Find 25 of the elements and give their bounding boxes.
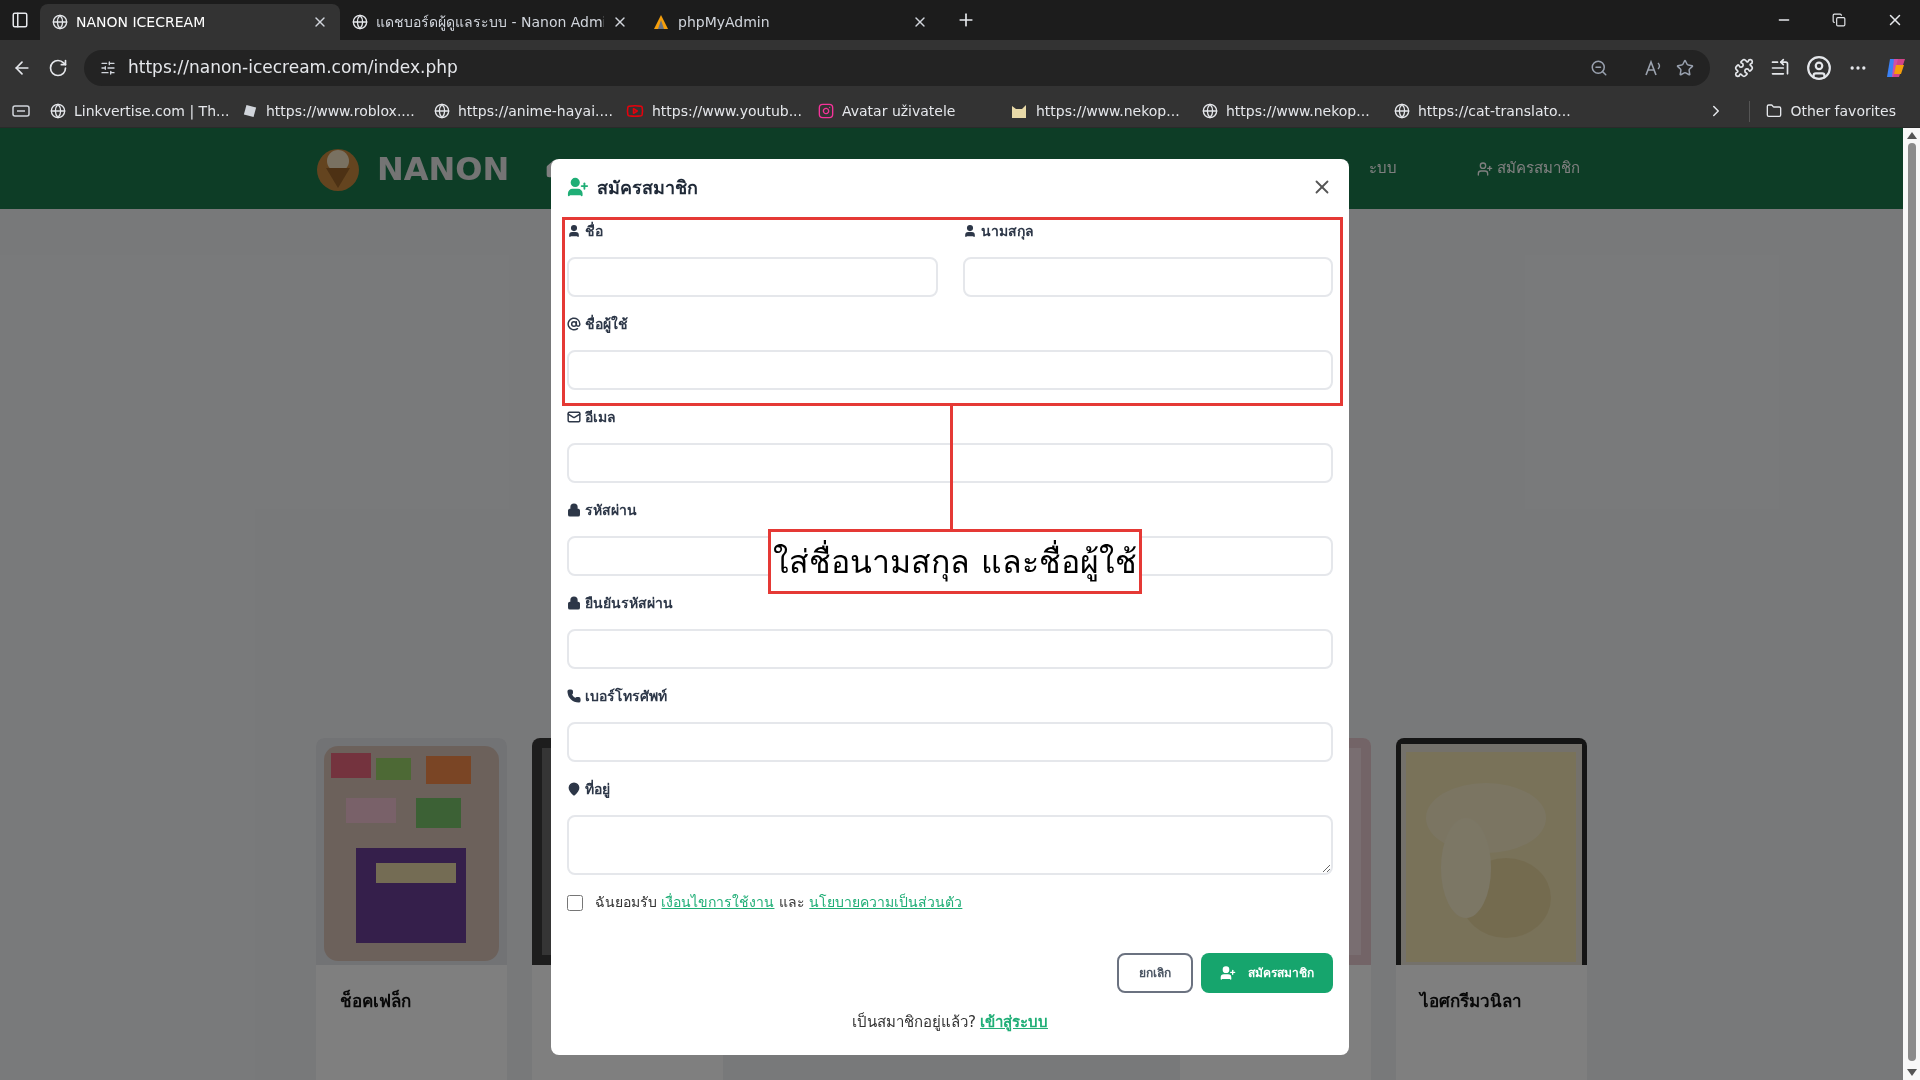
dialog-title: สมัครสมาชิก bbox=[597, 175, 699, 200]
bookmark-label: https://www.roblox.... bbox=[266, 101, 415, 121]
field-label: ที่อยู่ bbox=[585, 778, 610, 800]
annotation-callout: ใส่ชื่อนามสกุล และชื่อผู้ใช้ bbox=[768, 529, 1142, 594]
bookmark-label: https://www.nekop... bbox=[1036, 101, 1180, 121]
field-label: เบอร์โทรศัพท์ bbox=[585, 686, 667, 706]
field-label: อีเมล bbox=[585, 407, 616, 427]
tab-title: NANON ICECREAM bbox=[76, 12, 207, 32]
product-name: ช็อคเฟล็ก bbox=[339, 989, 412, 1013]
bookmark-label: Linkvertise.com | Th... bbox=[74, 101, 230, 122]
bookmark-label: Avatar uživatele bbox=[842, 101, 956, 121]
field-label: นามสกุล bbox=[980, 221, 1034, 242]
terms-sentence: ฉันยอมรับ เงื่อนไขการใช้งาน และ นโยบายความเป็นส่วนตัว bbox=[595, 892, 963, 912]
member-prompt: เป็นสมาชิกอยู่แล้ว? bbox=[852, 1011, 976, 1033]
field-label: ชื่อ bbox=[585, 220, 603, 241]
bookmark-label: https://cat-translato... bbox=[1418, 101, 1571, 121]
field-label: ชื่อผู้ใช้ bbox=[585, 313, 628, 335]
tab-title: phpMyAdmin bbox=[678, 12, 771, 32]
product-name: ไอศกรีมวนิลา bbox=[1417, 990, 1523, 1013]
field-label: รหัสผ่าน bbox=[585, 500, 637, 520]
bookmark-label: https://www.nekop... bbox=[1226, 101, 1370, 121]
bookmark-label: https://www.youtub... bbox=[652, 101, 803, 121]
field-label: ยืนยันรหัสผ่าน bbox=[585, 593, 673, 613]
url-text: https://nanon-icecream.com/index.php bbox=[128, 55, 459, 79]
bookmark-label: https://anime-hayai.... bbox=[458, 101, 613, 121]
